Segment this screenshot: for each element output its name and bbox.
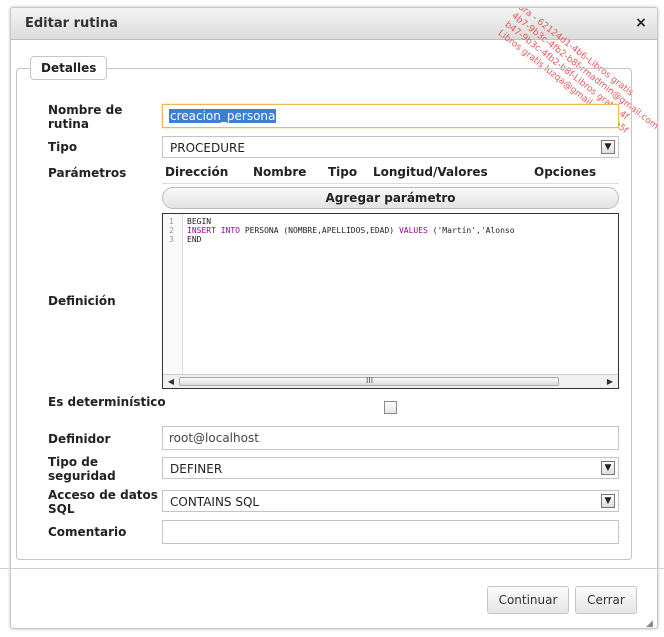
chevron-down-icon[interactable]: ▼: [601, 461, 615, 475]
sql-keyword: INSERT: [187, 226, 216, 235]
sql-keyword: INTO: [220, 226, 240, 235]
security-type-label: Tipo de seguridad: [48, 455, 116, 483]
parameters-table-header: Dirección Nombre Tipo Longitud/Valores O…: [162, 163, 619, 184]
add-parameter-button[interactable]: Agregar parámetro: [162, 187, 619, 209]
dialog-titlebar[interactable]: Editar rutina ×: [11, 8, 657, 40]
type-value: PROCEDURE: [170, 141, 245, 155]
dialog-title: Editar rutina: [25, 16, 118, 31]
chevron-down-icon[interactable]: ▼: [601, 494, 615, 508]
security-type-select[interactable]: DEFINER ▼: [162, 457, 619, 479]
close-button[interactable]: Cerrar: [575, 586, 637, 614]
grip-icon: III: [366, 376, 374, 385]
chevron-down-icon[interactable]: ▼: [601, 140, 615, 154]
code-text: PERSONA (NOMBRE,APELLIDOS,EDAD): [240, 226, 399, 235]
line-number: 2: [169, 226, 174, 235]
col-length-values: Longitud/Valores: [373, 165, 488, 179]
close-icon[interactable]: ×: [633, 15, 649, 31]
sql-data-access-label: Acceso de datos SQL: [48, 488, 158, 516]
line-number: 3: [169, 235, 174, 244]
definer-value: root@localhost: [169, 431, 259, 445]
comment-label: Comentario: [48, 525, 127, 539]
type-select[interactable]: PROCEDURE ▼: [162, 136, 619, 158]
sql-keyword: VALUES: [398, 226, 428, 235]
definition-code-editor[interactable]: 1 2 3 BEGIN INSERT INTO PERSONA (NOMBRE,…: [162, 213, 619, 389]
footer-divider: [0, 568, 664, 569]
sql-data-access-select[interactable]: CONTAINS SQL ▼: [162, 490, 619, 512]
code-line-insert: INSERT INTO PERSONA (NOMBRE,APELLIDOS,ED…: [187, 226, 515, 235]
col-options: Opciones: [534, 165, 597, 179]
deterministic-label: Es determinístico: [48, 395, 166, 409]
code-text: ('Martín','Alonso: [427, 226, 515, 235]
details-legend: Detalles: [30, 56, 108, 80]
code-line: BEGIN: [187, 217, 212, 226]
parameters-label: Parámetros: [48, 166, 127, 180]
col-type: Tipo: [328, 165, 358, 179]
definer-label: Definidor: [48, 432, 111, 446]
routine-name-value: creacion_persona: [169, 109, 277, 123]
comment-input[interactable]: [162, 520, 619, 544]
type-label: Tipo: [48, 140, 78, 154]
routine-name-input[interactable]: creacion_persona: [162, 104, 619, 128]
resize-grip-icon[interactable]: ◢: [646, 619, 656, 629]
arrow-left-icon[interactable]: ◀: [165, 376, 177, 388]
col-name: Nombre: [253, 165, 307, 179]
line-number: 1: [169, 217, 174, 226]
code-line: END: [187, 235, 202, 244]
col-direction: Dirección: [165, 165, 229, 179]
scrollbar-thumb[interactable]: III: [179, 376, 559, 386]
editor-gutter: 1 2 3: [163, 214, 183, 374]
definer-input[interactable]: root@localhost: [162, 426, 619, 450]
routine-name-label: Nombre de rutina: [48, 103, 123, 131]
deterministic-checkbox[interactable]: [384, 401, 397, 414]
security-type-value: DEFINER: [170, 462, 223, 476]
arrow-right-icon[interactable]: ▶: [604, 376, 616, 388]
horizontal-scrollbar[interactable]: ◀ III ▶: [163, 374, 618, 388]
definition-label: Definición: [48, 294, 116, 308]
continue-button[interactable]: Continuar: [487, 586, 569, 614]
sql-data-access-value: CONTAINS SQL: [170, 495, 260, 509]
